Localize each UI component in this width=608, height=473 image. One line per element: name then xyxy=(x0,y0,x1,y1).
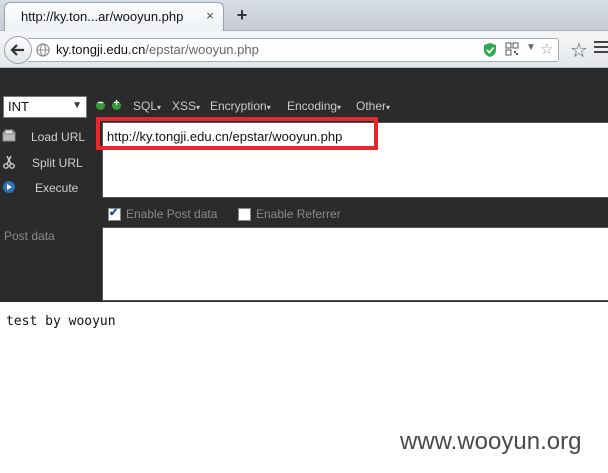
globe-icon xyxy=(36,43,50,57)
menu-xss-label: XSS xyxy=(172,99,197,113)
plus-icon[interactable]: + xyxy=(112,98,121,110)
menu-other[interactable]: Other▾ xyxy=(356,99,390,113)
tab-strip: http://ky.ton...ar/wooyun.php × + xyxy=(0,0,608,31)
split-url-label: Split URL xyxy=(32,156,83,170)
address-host: ky.tongji.edu.cn xyxy=(56,42,146,57)
hamburger-menu-icon[interactable] xyxy=(594,41,608,57)
encoding-select[interactable]: INT ▼ xyxy=(3,96,87,118)
encoding-select-value: INT xyxy=(8,99,29,114)
address-bar[interactable]: ky.tongji.edu.cn/epstar/wooyun.php ▼ ☆ xyxy=(28,38,559,62)
chevron-down-icon[interactable]: ▼ xyxy=(526,42,536,53)
scissors-icon xyxy=(3,155,15,169)
navigation-bar: ky.tongji.edu.cn/epstar/wooyun.php ▼ ☆ ☆ xyxy=(0,31,608,68)
enable-post-box[interactable]: ✔ xyxy=(108,207,121,221)
annotation-highlight-box xyxy=(96,117,378,150)
check-icon: ✔ xyxy=(109,207,119,219)
tab-close-icon[interactable]: × xyxy=(203,9,217,23)
menu-encryption-label: Encryption xyxy=(210,99,267,113)
execute-button[interactable]: Execute xyxy=(0,177,100,199)
execute-label: Execute xyxy=(35,181,79,195)
bookmark-star-icon[interactable]: ☆ xyxy=(570,38,588,63)
menu-sql-label: SQL xyxy=(133,99,158,113)
post-data-label: Post data xyxy=(4,229,55,243)
star-outline-icon[interactable]: ☆ xyxy=(540,40,553,58)
enable-referrer-box[interactable] xyxy=(238,208,251,221)
menu-encoding-label: Encoding xyxy=(287,99,338,113)
address-path: /epstar/wooyun.php xyxy=(145,42,259,57)
shield-icon[interactable] xyxy=(483,42,497,58)
browser-tab[interactable]: http://ky.ton...ar/wooyun.php × xyxy=(4,2,224,31)
menu-encoding[interactable]: Encoding▾ xyxy=(287,99,341,113)
menu-xss[interactable]: XSS▾ xyxy=(172,99,200,113)
minus-icon[interactable]: − xyxy=(96,98,105,110)
enable-referrer-label: Enable Referrer xyxy=(256,207,341,221)
new-tab-button[interactable]: + xyxy=(232,5,252,25)
load-url-button[interactable]: Load URL xyxy=(0,126,100,148)
menu-sql[interactable]: SQL▾ xyxy=(133,99,161,113)
load-url-icon xyxy=(2,129,16,142)
enable-post-label: Enable Post data xyxy=(126,207,218,221)
chevron-down-icon: ▼ xyxy=(72,100,82,111)
post-data-textarea[interactable] xyxy=(102,227,608,301)
load-url-label: Load URL xyxy=(31,130,86,144)
toolbar-spacer xyxy=(0,68,608,96)
back-button[interactable] xyxy=(4,36,32,64)
play-icon xyxy=(3,181,15,193)
watermark-text: www.wooyun.org xyxy=(400,428,582,455)
tab-title: http://ky.ton...ar/wooyun.php xyxy=(21,9,184,24)
address-text: ky.tongji.edu.cn/epstar/wooyun.php xyxy=(56,42,259,57)
menu-encryption[interactable]: Encryption▾ xyxy=(210,99,271,113)
back-arrow-icon xyxy=(10,44,24,56)
qr-code-icon[interactable] xyxy=(505,42,519,56)
split-url-button[interactable]: Split URL xyxy=(0,152,100,174)
page-content-text: test by wooyun xyxy=(6,314,116,329)
menu-other-label: Other xyxy=(356,99,387,113)
